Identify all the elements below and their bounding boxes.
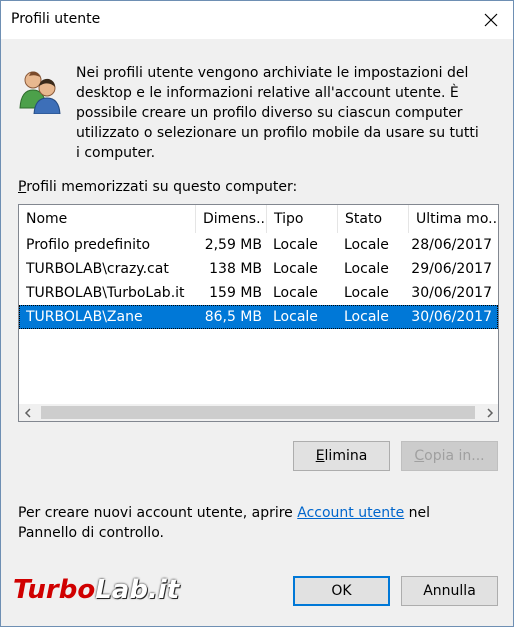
info-text: Per creare nuovi account utente, aprire …	[18, 505, 431, 541]
column-header-status[interactable]: Stato	[338, 205, 409, 233]
cell-status: Locale	[344, 285, 389, 301]
cell-type: Locale	[273, 309, 318, 325]
cell-type: Locale	[273, 261, 318, 277]
table-row-selected[interactable]: TURBOLAB\Zane 86,5 MB Locale Locale 30/0…	[19, 305, 498, 329]
cell-size: 86,5 MB	[204, 309, 262, 325]
window-title: Profili utente	[11, 11, 101, 27]
cancel-button[interactable]: Annulla	[401, 576, 498, 606]
cell-modified: 28/06/2017	[411, 237, 492, 253]
chevron-left-icon	[24, 407, 31, 418]
close-icon	[484, 13, 498, 27]
scroll-right-button[interactable]	[481, 404, 498, 421]
chevron-right-icon	[486, 407, 493, 418]
user-accounts-link[interactable]: Account utente	[297, 505, 404, 521]
turbolab-watermark-logo: TurboLab.it	[13, 575, 180, 605]
cell-modified: 30/06/2017	[411, 309, 492, 325]
horizontal-scrollbar[interactable]	[19, 404, 498, 421]
cell-modified: 30/06/2017	[411, 285, 492, 301]
column-header-type[interactable]: Tipo	[267, 205, 338, 233]
profiles-list[interactable]: Nome Dimens... Tipo Stato Ultima mo... P…	[18, 204, 499, 422]
list-header: Nome Dimens... Tipo Stato Ultima mo...	[19, 205, 498, 233]
column-header-modified[interactable]: Ultima mo...	[409, 205, 498, 233]
cell-status: Locale	[344, 261, 389, 277]
profiles-list-label: Profili memorizzati su questo computer:	[18, 179, 298, 195]
cell-size: 159 MB	[209, 285, 262, 301]
cell-size: 138 MB	[209, 261, 262, 277]
cell-name: Profilo predefinito	[26, 237, 151, 253]
table-row[interactable]: Profilo predefinito 2,59 MB Locale Local…	[19, 233, 498, 257]
column-header-size[interactable]: Dimens...	[196, 205, 267, 233]
description-text: Nei profili utente vengono archiviate le…	[76, 65, 479, 161]
cell-status: Locale	[344, 309, 389, 325]
ok-button[interactable]: OK	[293, 576, 390, 606]
cell-name: TURBOLAB\Zane	[26, 309, 143, 325]
cell-name: TURBOLAB\TurboLab.it	[26, 285, 185, 301]
cell-name: TURBOLAB\crazy.cat	[26, 261, 169, 277]
users-icon	[19, 71, 61, 114]
delete-button[interactable]: Elimina	[293, 441, 390, 471]
table-row[interactable]: TURBOLAB\crazy.cat 138 MB Locale Locale …	[19, 257, 498, 281]
cell-type: Locale	[273, 285, 318, 301]
copy-to-button[interactable]: Copia in...	[401, 441, 498, 471]
cell-size: 2,59 MB	[204, 237, 262, 253]
title-bar: Profili utente	[1, 1, 513, 39]
cell-type: Locale	[273, 237, 318, 253]
table-row[interactable]: TURBOLAB\TurboLab.it 159 MB Locale Local…	[19, 281, 498, 305]
user-profiles-dialog: Profili utente Nei profili utente vengon…	[0, 0, 514, 627]
cell-status: Locale	[344, 237, 389, 253]
scroll-left-button[interactable]	[19, 404, 36, 421]
scroll-thumb[interactable]	[41, 406, 475, 419]
cell-modified: 29/06/2017	[411, 261, 492, 277]
close-button[interactable]	[469, 1, 513, 39]
column-header-name[interactable]: Nome	[19, 205, 196, 233]
